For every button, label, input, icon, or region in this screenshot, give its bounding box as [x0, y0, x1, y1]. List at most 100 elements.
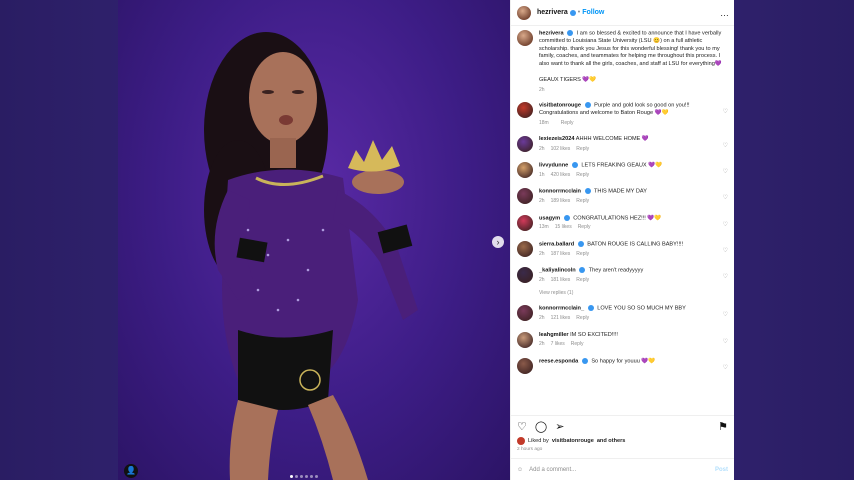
comment-text: They aren't readyyyyy: [588, 267, 644, 274]
comment-icon[interactable]: ◯: [535, 420, 547, 433]
gymnast-photo: [204, 32, 418, 480]
commenter-username[interactable]: livvydunne: [539, 162, 568, 168]
reply-button[interactable]: Reply: [576, 198, 589, 204]
comments-list[interactable]: hezrivera I am so blessed & excited to a…: [511, 26, 734, 415]
commenter-avatar[interactable]: [517, 357, 533, 374]
verified-icon: [563, 214, 570, 221]
comment-like-icon[interactable]: ♡: [723, 273, 728, 280]
comment-time: 2h: [539, 250, 545, 257]
comment-text: AHHH WELCOME HOME 💜: [575, 136, 649, 143]
commenter-avatar[interactable]: [517, 136, 533, 153]
comment-row: leahgmiller IM SO EXCITED!!!! 2h 7 likes Re…: [517, 331, 728, 349]
comment-like-icon[interactable]: ♡: [723, 364, 728, 371]
comment-time: 13m: [539, 224, 549, 231]
verified-icon: [581, 357, 588, 364]
comment-like-icon[interactable]: ♡: [723, 221, 728, 228]
reply-button[interactable]: Reply: [571, 341, 584, 347]
follow-button[interactable]: Follow: [582, 9, 604, 16]
liked-by-user[interactable]: visitbatonrouge: [552, 438, 594, 444]
verified-icon: [584, 102, 591, 109]
commenter-username[interactable]: konnorrmcclain_: [539, 306, 584, 312]
comment-text: So happy for youuu 💜💛: [591, 358, 656, 365]
share-icon[interactable]: ➢: [555, 420, 564, 433]
reply-button[interactable]: Reply: [561, 120, 574, 126]
commenter-username[interactable]: usagym: [539, 215, 560, 221]
caption-username[interactable]: hezrivera: [539, 30, 564, 36]
comment-row: lexiezeis2024 AHHH WELCOME HOME 💜 2h 102 l…: [517, 136, 728, 153]
comment-like-icon[interactable]: ♡: [723, 168, 728, 175]
commenter-username[interactable]: _kaliyalincoln: [539, 268, 576, 274]
next-image-button[interactable]: ›: [492, 236, 504, 248]
comment-like-icon[interactable]: ♡: [723, 108, 728, 115]
comment-likes[interactable]: 181 likes: [551, 277, 571, 283]
post-sidebar: hezrivera • Follow … hezrivera I am so b…: [510, 0, 734, 480]
comment-text: LOVE YOU SO SO MUCH MY BBY: [597, 305, 686, 312]
commenter-avatar[interactable]: [517, 102, 533, 119]
comment-like-icon[interactable]: ♡: [723, 142, 728, 149]
comment-likes[interactable]: 189 likes: [551, 198, 571, 204]
reply-button[interactable]: Reply: [576, 251, 589, 257]
author-username[interactable]: hezrivera: [537, 9, 568, 16]
comment-row: usagym CONGRATULATIONS HEZ!!! 💜💛 13m 15 li…: [517, 214, 728, 232]
verified-icon: [567, 30, 574, 36]
comment-row: konnorrmcclain THIS MADE MY DAY 2h 189 lik…: [517, 188, 728, 205]
commenter-avatar[interactable]: [517, 214, 533, 231]
tagged-users-icon[interactable]: 👤: [124, 464, 138, 478]
comment-like-icon[interactable]: ♡: [723, 194, 728, 201]
post-comment-button[interactable]: Post: [715, 467, 728, 473]
action-bar: ♡ ◯ ➢ ⚑: [511, 415, 734, 437]
commenter-username[interactable]: sierra.ballard: [539, 241, 574, 247]
commenter-avatar[interactable]: [517, 240, 533, 257]
commenter-username[interactable]: reese.esponda: [539, 358, 578, 364]
commenter-username[interactable]: lexiezeis2024: [539, 136, 574, 142]
add-comment-bar: ☺ Add a comment... Post: [511, 458, 734, 480]
comment-time: 2h: [539, 341, 545, 348]
comment-like-icon[interactable]: ♡: [723, 311, 728, 318]
post-photo[interactable]: › 👤: [118, 0, 510, 480]
comment-time: 1h: [539, 171, 545, 178]
author-avatar[interactable]: [517, 5, 531, 20]
post-caption: hezrivera I am so blessed & excited to a…: [517, 30, 728, 93]
commenter-avatar[interactable]: [517, 161, 533, 178]
reply-button[interactable]: Reply: [576, 315, 589, 321]
like-icon[interactable]: ♡: [517, 420, 527, 433]
caption-avatar[interactable]: [517, 30, 533, 46]
comment-likes[interactable]: 102 likes: [551, 146, 571, 152]
comment-likes[interactable]: 420 likes: [551, 172, 571, 178]
reply-button[interactable]: Reply: [576, 146, 589, 152]
verified-icon: [577, 240, 584, 247]
add-comment-input[interactable]: Add a comment...: [529, 467, 576, 473]
comment-text: CONGRATULATIONS HEZ!!! 💜💛: [573, 215, 662, 222]
more-options-icon[interactable]: …: [720, 8, 729, 18]
comment-time: 2h: [539, 277, 545, 284]
verified-icon: [579, 267, 586, 274]
comment-row: visitbatonrouge Purple and gold look so …: [517, 102, 728, 127]
comment-likes[interactable]: 7 likes: [551, 341, 565, 347]
reply-button[interactable]: Reply: [576, 277, 589, 283]
carousel-dots: [290, 475, 318, 478]
comment-row: _kaliyalincoln They aren't readyyyyy 2h 18…: [517, 267, 728, 284]
verified-icon: [587, 305, 594, 312]
save-icon[interactable]: ⚑: [718, 420, 728, 433]
commenter-avatar[interactable]: [517, 188, 533, 205]
comment-likes[interactable]: 121 likes: [551, 315, 571, 321]
comment-like-icon[interactable]: ♡: [723, 247, 728, 254]
post-header: hezrivera • Follow …: [511, 0, 734, 26]
commenter-username[interactable]: leahgmiller: [539, 332, 569, 338]
reply-button[interactable]: Reply: [578, 224, 591, 230]
caption-tags: GEAUX TIGERS 💜💛: [539, 77, 597, 84]
commenter-avatar[interactable]: [517, 331, 533, 348]
commenter-username[interactable]: visitbatonrouge: [539, 103, 581, 109]
commenter-avatar[interactable]: [517, 267, 533, 284]
commenter-username[interactable]: konnorrmcclain: [539, 189, 581, 195]
view-replies-button[interactable]: View replies (1): [539, 290, 728, 296]
comment-like-icon[interactable]: ♡: [723, 338, 728, 345]
commenter-avatar[interactable]: [517, 305, 533, 322]
comment-likes[interactable]: 15 likes: [555, 224, 572, 230]
caption-time: 2h: [539, 87, 545, 94]
comment-text: LETS FREAKING GEAUX 💜💛: [581, 162, 663, 169]
comment-likes[interactable]: 187 likes: [551, 251, 571, 257]
emoji-icon[interactable]: ☺: [517, 467, 523, 473]
liked-by-others[interactable]: and others: [597, 438, 626, 444]
reply-button[interactable]: Reply: [576, 172, 589, 178]
